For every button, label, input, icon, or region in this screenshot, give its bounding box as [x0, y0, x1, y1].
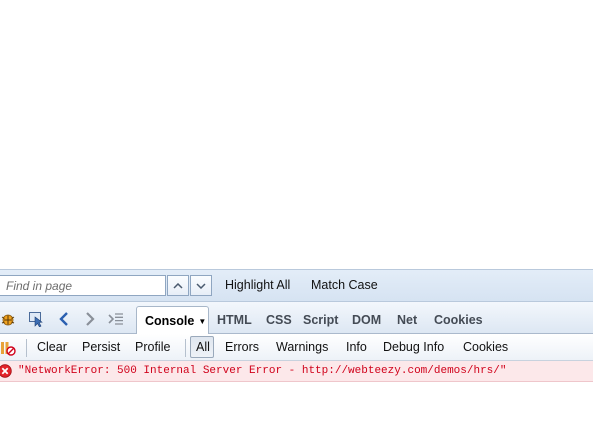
toolbar-separator	[185, 339, 186, 357]
filter-errors-button[interactable]: Errors	[225, 340, 259, 354]
filter-all-button[interactable]: All	[190, 336, 214, 358]
inspect-icon[interactable]	[28, 311, 44, 327]
console-output-area[interactable]	[0, 382, 593, 428]
tab-dom[interactable]: DOM	[352, 313, 381, 327]
forward-icon[interactable]	[82, 311, 98, 327]
tab-cookies[interactable]: Cookies	[434, 313, 483, 327]
dropdown-arrow-icon: ▼	[198, 317, 207, 326]
persist-button[interactable]: Persist	[82, 340, 120, 354]
error-icon	[0, 364, 12, 378]
profile-button[interactable]: Profile	[135, 340, 170, 354]
find-input[interactable]	[0, 275, 166, 296]
tab-script[interactable]: Script	[303, 313, 338, 327]
filter-debug-info-button[interactable]: Debug Info	[383, 340, 444, 354]
firebug-icon[interactable]	[0, 311, 16, 327]
filter-cookies-button[interactable]: Cookies	[463, 340, 508, 354]
tab-console[interactable]: Console ▼	[136, 306, 209, 335]
command-line-icon[interactable]	[108, 311, 124, 327]
back-icon[interactable]	[56, 311, 72, 327]
find-previous-button[interactable]	[167, 275, 189, 296]
console-log-row[interactable]: "NetworkError: 500 Internal Server Error…	[0, 361, 593, 382]
tab-net[interactable]: Net	[397, 313, 417, 327]
error-message[interactable]: "NetworkError: 500 Internal Server Error…	[18, 365, 506, 377]
filter-warnings-button[interactable]: Warnings	[276, 340, 328, 354]
console-toolbar: Clear Persist Profile All Errors Warning…	[0, 334, 593, 361]
find-next-button[interactable]	[190, 275, 212, 296]
tab-html[interactable]: HTML	[217, 313, 252, 327]
clear-button[interactable]: Clear	[37, 340, 67, 354]
firebug-toolbar: Console ▼ HTML CSS Script DOM Net Cookies	[0, 302, 593, 335]
tab-console-label: Console	[145, 314, 195, 328]
chevron-down-icon	[196, 282, 206, 289]
page-content-area	[0, 0, 593, 269]
chevron-up-icon	[173, 282, 183, 289]
highlight-all-button[interactable]: Highlight All	[225, 278, 290, 292]
match-case-button[interactable]: Match Case	[311, 278, 378, 292]
tab-css[interactable]: CSS	[266, 313, 292, 327]
toolbar-separator	[26, 339, 27, 357]
filter-info-button[interactable]: Info	[346, 340, 367, 354]
find-bar: Highlight All Match Case	[0, 269, 593, 302]
break-on-error-icon[interactable]	[0, 340, 16, 356]
